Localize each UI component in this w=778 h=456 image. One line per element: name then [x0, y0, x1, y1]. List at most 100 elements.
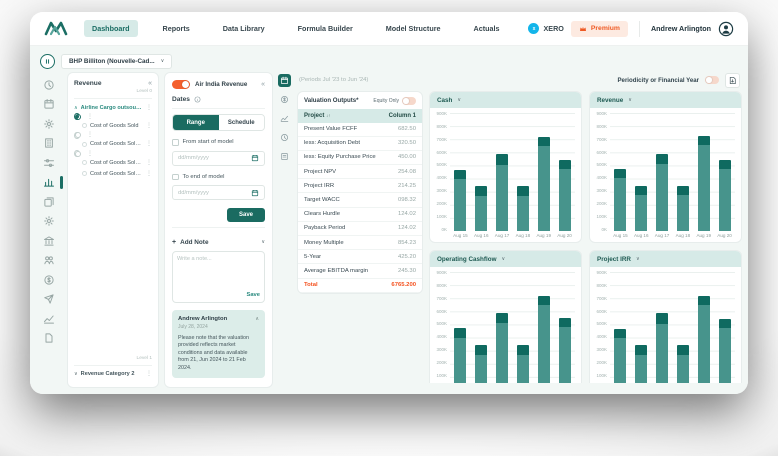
bar-aug-20[interactable]	[719, 160, 731, 232]
bar-aug-19[interactable]	[538, 296, 550, 383]
kebab-menu-icon[interactable]: ⋮	[87, 132, 93, 138]
calendar-icon[interactable]	[278, 74, 291, 87]
column-header-project[interactable]: Project ↓↑	[304, 113, 389, 119]
file-icon[interactable]	[43, 332, 56, 345]
tab-range[interactable]: Range	[173, 115, 219, 130]
tree-item-cost-of-goods-sold-3[interactable]: Cost of Goods Sold 3⋮	[74, 157, 152, 168]
from-start-checkbox[interactable]	[172, 139, 179, 146]
kebab-menu-icon[interactable]: ⋮	[146, 141, 152, 147]
bar-aug-16[interactable]	[635, 186, 647, 231]
calendar-icon[interactable]	[43, 98, 56, 111]
from-date-field[interactable]	[178, 155, 251, 161]
bar-aug-18[interactable]	[517, 186, 529, 231]
collapse-panel-icon[interactable]: «	[261, 81, 265, 88]
bar-aug-15[interactable]	[454, 170, 466, 231]
model-selector-dropdown[interactable]: BHP Billiton (Nouvelle-Cad... ∨	[61, 54, 172, 69]
chevron-down-icon[interactable]: ∨	[457, 98, 461, 103]
payroll-icon[interactable]	[43, 273, 56, 286]
analytics-icon[interactable]	[43, 312, 56, 325]
sliders-icon[interactable]	[43, 156, 56, 169]
bar-aug-15[interactable]	[614, 169, 626, 231]
bar-aug-18[interactable]	[677, 186, 689, 231]
bar-aug-17[interactable]	[496, 313, 508, 383]
kebab-menu-icon[interactable]: ⋮	[146, 123, 152, 129]
to-date-input[interactable]	[172, 185, 265, 200]
to-date-field[interactable]	[178, 190, 251, 196]
calendar-icon[interactable]	[251, 154, 259, 162]
tab-schedule[interactable]: Schedule	[219, 115, 265, 130]
nav-tab-actuals[interactable]: Actuals	[466, 20, 508, 37]
bar-aug-18[interactable]	[677, 345, 689, 383]
gear-icon[interactable]	[43, 117, 56, 130]
bar-aug-16[interactable]	[635, 345, 647, 383]
nav-tab-reports[interactable]: Reports	[155, 20, 198, 37]
bar-aug-19[interactable]	[538, 137, 550, 231]
equity-only-toggle[interactable]	[402, 97, 416, 105]
radio-icon[interactable]	[82, 160, 87, 165]
save-button[interactable]: Save	[227, 208, 265, 222]
chevron-down-icon[interactable]: ∨	[628, 98, 632, 103]
note-icon[interactable]	[278, 150, 291, 163]
bar-aug-19[interactable]	[698, 296, 710, 383]
clock-icon[interactable]	[278, 131, 291, 144]
sort-icon[interactable]: ↓↑	[326, 113, 331, 118]
premium-button[interactable]: Premium	[571, 21, 628, 37]
radio-icon[interactable]	[82, 142, 87, 147]
tree-item-sub-category-3[interactable]: Sub Category 3⋮	[74, 150, 80, 157]
chevron-up-icon[interactable]: ∧	[255, 316, 259, 322]
radio-icon[interactable]	[75, 132, 81, 138]
radio-selected-icon[interactable]	[75, 114, 81, 120]
building-icon[interactable]	[43, 137, 56, 150]
kebab-menu-icon[interactable]: ⋮	[146, 105, 152, 111]
radio-icon[interactable]	[82, 171, 87, 176]
radio-icon[interactable]	[82, 123, 87, 128]
bar-aug-18[interactable]	[517, 345, 529, 383]
note-textarea[interactable]	[177, 256, 260, 292]
kebab-menu-icon[interactable]: ⋮	[87, 114, 93, 120]
note-save-link[interactable]: Save	[246, 292, 260, 298]
nav-tab-dashboard[interactable]: Dashboard	[84, 20, 138, 37]
dollar-circle-icon[interactable]	[278, 93, 291, 106]
calendar-icon[interactable]	[251, 189, 259, 197]
bank-icon[interactable]	[43, 234, 56, 247]
tree-item-cost-of-goods-sold-2[interactable]: Cost of Goods Sold 2⋮	[74, 139, 152, 150]
chevron-down-icon[interactable]: ∨	[261, 240, 265, 245]
bar-aug-17[interactable]	[656, 154, 668, 231]
chevron-down-icon[interactable]: ∨	[501, 257, 505, 262]
nav-tab-formula-builder[interactable]: Formula Builder	[290, 20, 361, 37]
tree-item-cost-of-goods-sold-4[interactable]: Cost of Goods Sold 4⋮	[74, 168, 152, 179]
bar-aug-19[interactable]	[698, 136, 710, 231]
tree-item-revenue-category-2[interactable]: ∨ Revenue Category 2 ⋮	[74, 369, 152, 380]
tree-item-air-india-revenue[interactable]: Air India Revenue⋮	[74, 113, 80, 120]
tree-item-airline-cargo-outsourcing[interactable]: ∧Airline Cargo outsourcing... (3)⋮	[74, 102, 152, 113]
air-india-revenue-toggle[interactable]	[172, 80, 190, 89]
nav-tab-model-structure[interactable]: Model Structure	[378, 20, 449, 37]
bar-aug-15[interactable]	[454, 328, 466, 383]
to-end-checkbox[interactable]	[172, 174, 179, 181]
xero-integration[interactable]: xXERO	[528, 23, 563, 34]
bar-aug-17[interactable]	[496, 154, 508, 231]
add-note-label[interactable]: Add Note	[180, 239, 257, 246]
bar-aug-16[interactable]	[475, 186, 487, 231]
share-icon[interactable]	[43, 293, 56, 306]
export-button[interactable]	[725, 73, 740, 88]
nav-tab-data-library[interactable]: Data Library	[215, 20, 273, 37]
chevron-down-icon[interactable]: ∨	[636, 257, 640, 262]
periodicity-toggle[interactable]	[705, 76, 719, 84]
tree-item-air-china-revenue[interactable]: Air China Revenue⋮	[74, 132, 80, 139]
kebab-menu-icon[interactable]: ⋮	[146, 371, 152, 377]
settings-icon[interactable]	[43, 215, 56, 228]
bar-aug-20[interactable]	[719, 319, 731, 384]
user-avatar[interactable]	[718, 21, 734, 37]
collapse-panel-icon[interactable]: «	[148, 80, 152, 87]
kebab-menu-icon[interactable]: ⋮	[146, 160, 152, 166]
bar-aug-20[interactable]	[559, 160, 571, 232]
collapse-sidebar-button[interactable]	[40, 54, 55, 69]
info-icon[interactable]	[194, 96, 201, 103]
tree-item-cost-of-goods-sold[interactable]: Cost of Goods Sold⋮	[74, 120, 152, 131]
from-date-input[interactable]	[172, 151, 265, 166]
bar-chart-icon[interactable]	[43, 176, 56, 189]
team-icon[interactable]	[43, 254, 56, 267]
kebab-menu-icon[interactable]: ⋮	[146, 171, 152, 177]
analytics-icon[interactable]	[278, 112, 291, 125]
